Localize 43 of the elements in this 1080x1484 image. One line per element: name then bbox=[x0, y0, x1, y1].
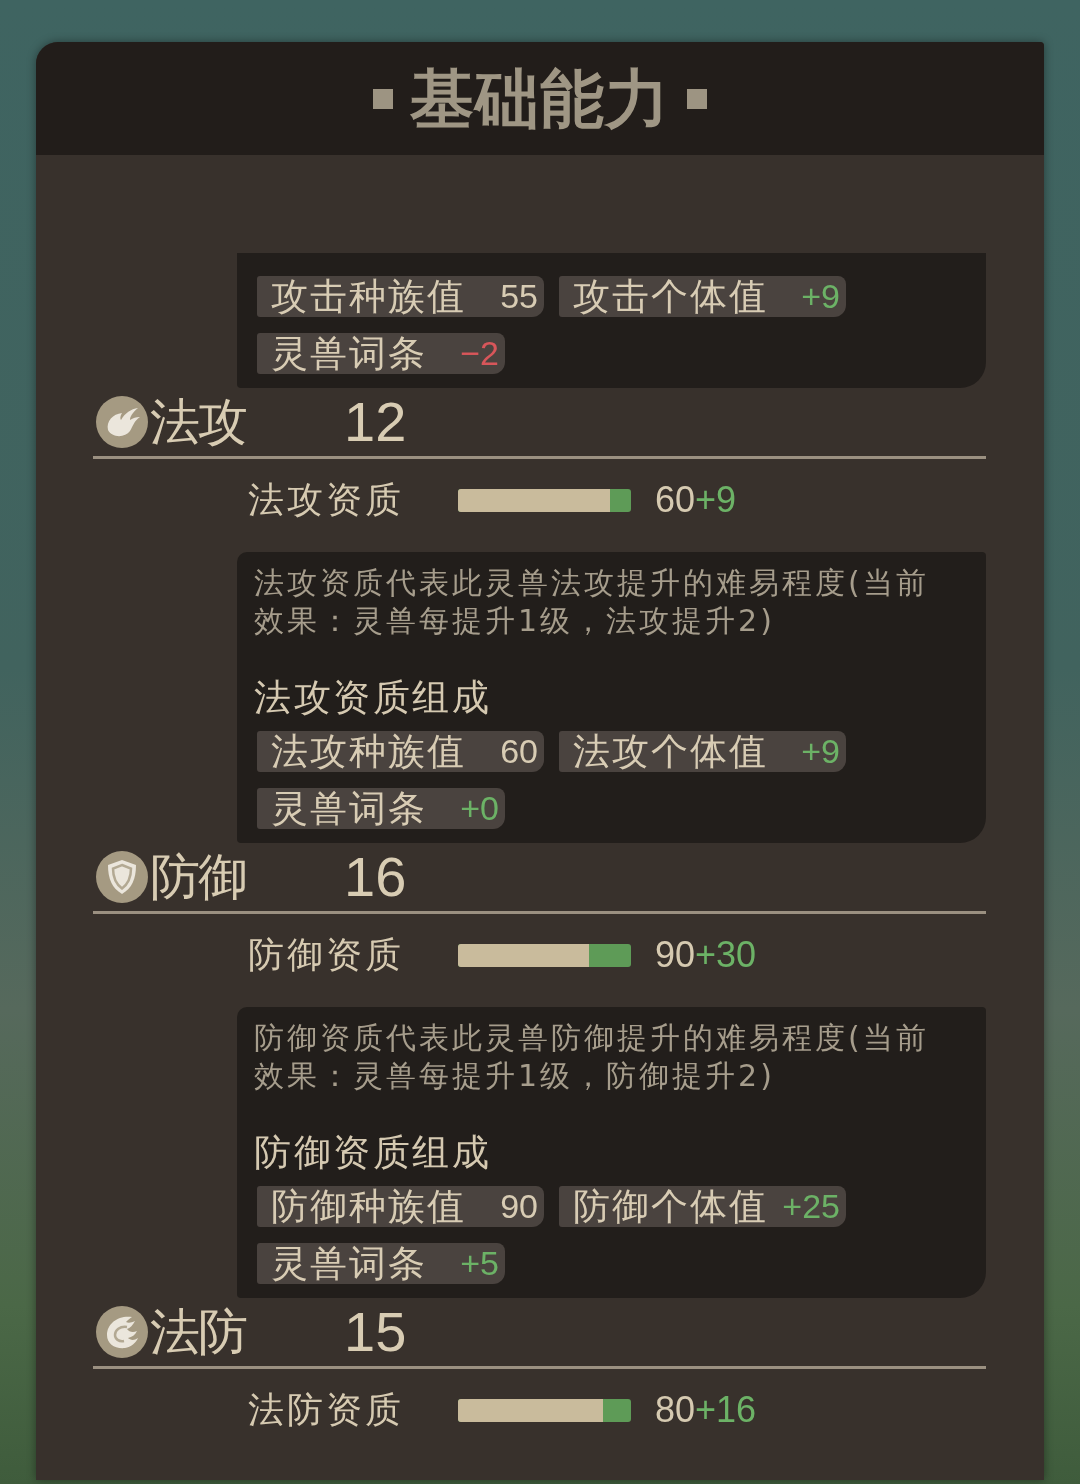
tag-value: 90 bbox=[499, 1186, 538, 1227]
tag-label: 法攻个体值 bbox=[573, 731, 768, 772]
tag-value: 55 bbox=[499, 276, 538, 317]
aptitude-bonus-value: +30 bbox=[695, 935, 757, 975]
aptitude-label: 防御资质 bbox=[248, 935, 404, 975]
tag-value: +0 bbox=[459, 788, 499, 829]
tag-value: +9 bbox=[800, 276, 840, 317]
tag-label: 灵兽词条 bbox=[271, 1243, 427, 1284]
shield-icon bbox=[96, 851, 148, 903]
stat-value: 12 bbox=[344, 394, 407, 450]
panel-title: 基础能力 bbox=[410, 66, 670, 131]
tag-label: 防御种族值 bbox=[271, 1186, 466, 1227]
aptitude-bonus-value: +9 bbox=[695, 480, 737, 520]
tag-label: 攻击种族值 bbox=[271, 276, 466, 317]
tag-label: 攻击个体值 bbox=[573, 276, 768, 317]
aptitude-label: 法攻资质 bbox=[248, 480, 404, 520]
aptitude-description: 法攻资质代表此灵兽法攻提升的难易程度(当前效果：灵兽每提升1级，法攻提升2) bbox=[254, 564, 930, 640]
tag-value: +5 bbox=[459, 1243, 499, 1284]
tag-label: 灵兽词条 bbox=[271, 788, 427, 829]
aptitude-label: 法防资质 bbox=[248, 1390, 404, 1430]
composition-heading: 防御资质组成 bbox=[254, 1133, 492, 1173]
aptitude-base-value: 80 bbox=[655, 1390, 696, 1430]
aptitude-description: 防御资质代表此灵兽防御提升的难易程度(当前效果：灵兽每提升1级，防御提升2) bbox=[254, 1019, 930, 1095]
tag-label: 法攻种族值 bbox=[271, 731, 466, 772]
aptitude-base-value: 60 bbox=[655, 480, 696, 520]
tag-value: +25 bbox=[781, 1186, 840, 1227]
stat-value: 15 bbox=[344, 1304, 407, 1360]
composition-heading: 法攻资质组成 bbox=[254, 678, 492, 718]
stat-name: 法防 bbox=[150, 1307, 246, 1357]
aptitude-bonus-value: +16 bbox=[695, 1390, 757, 1430]
square-bullet-icon bbox=[373, 88, 393, 109]
tag-label: 防御个体值 bbox=[573, 1186, 768, 1227]
tag-value: 60 bbox=[499, 731, 538, 772]
crescent-icon bbox=[96, 1306, 148, 1358]
tag-value: +9 bbox=[800, 731, 840, 772]
stat-name: 防御 bbox=[150, 852, 246, 902]
flame-icon bbox=[96, 396, 148, 448]
stat-value: 16 bbox=[344, 849, 407, 905]
tag-value: −2 bbox=[459, 333, 499, 374]
square-bullet-icon bbox=[687, 88, 707, 109]
aptitude-base-value: 90 bbox=[655, 935, 696, 975]
stat-name: 法攻 bbox=[150, 397, 246, 447]
tag-label: 灵兽词条 bbox=[271, 333, 427, 374]
